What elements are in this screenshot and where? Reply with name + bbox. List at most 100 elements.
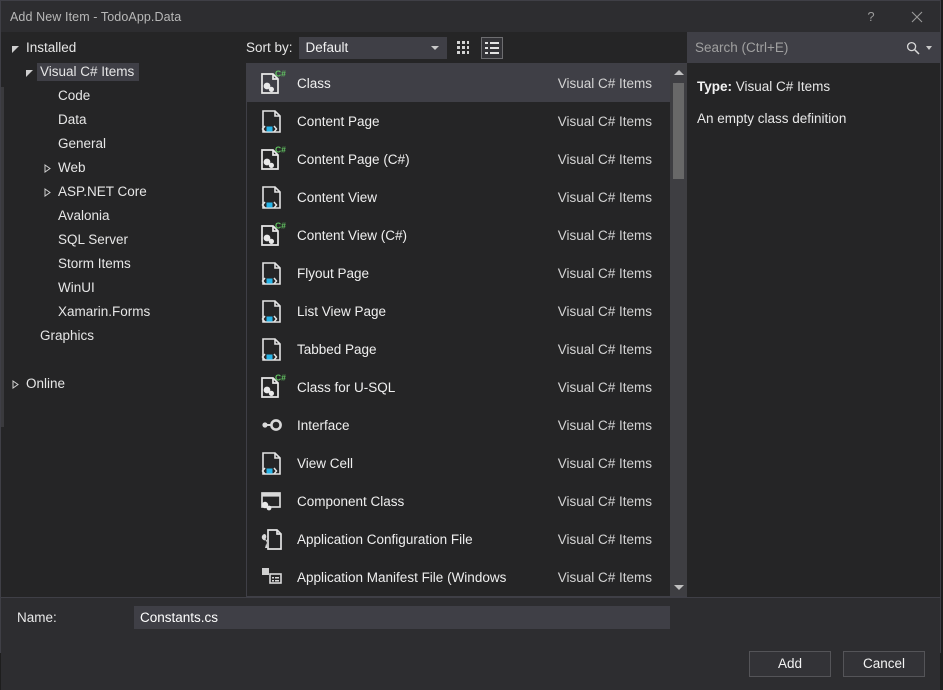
csharp-class-icon: C# — [261, 373, 286, 398]
tree-scroll-rail[interactable] — [1, 87, 4, 427]
details-pane: Type: Visual C# Items An empty class def… — [687, 32, 940, 597]
xaml-page-icon — [261, 338, 281, 361]
manifest-file-icon — [262, 568, 282, 584]
chevron-collapsed-icon[interactable] — [39, 187, 55, 197]
chevron-expanded-icon[interactable] — [21, 68, 37, 77]
sidebar-item-label: WinUI — [58, 280, 95, 295]
list-item-name: Flyout Page — [297, 265, 370, 281]
sidebar-item-xamarin-forms[interactable]: Xamarin.Forms — [1, 300, 237, 324]
list-item-name: Class for U-SQL — [297, 379, 396, 395]
cancel-button[interactable]: Cancel — [843, 650, 925, 677]
list-item[interactable]: Content Page Visual C# Items — [247, 102, 670, 140]
add-new-item-dialog: Add New Item - TodoApp.Data ? Installed V… — [0, 0, 941, 690]
sidebar-item-sql-server[interactable]: SQL Server — [1, 228, 237, 252]
tiles-view-button[interactable] — [453, 37, 475, 59]
scroll-down-button[interactable] — [670, 579, 687, 596]
csharp-class-icon: C# — [255, 67, 287, 99]
list-item[interactable]: C# Content Page (C#) Visual C# Items — [247, 140, 670, 178]
sidebar-item-online[interactable]: Online — [1, 372, 237, 396]
chevron-collapsed-icon[interactable] — [7, 379, 23, 389]
search-input[interactable] — [687, 39, 900, 56]
scroll-thumb[interactable] — [673, 83, 684, 179]
list-item-category: Visual C# Items — [557, 151, 652, 167]
scroll-track[interactable] — [670, 81, 687, 579]
triangle-up-icon — [673, 70, 684, 75]
search-box[interactable] — [687, 32, 940, 63]
sidebar-item-winui[interactable]: WinUI — [1, 276, 237, 300]
chevron-collapsed-icon[interactable] — [39, 163, 55, 173]
list-item-category: Visual C# Items — [557, 493, 652, 509]
dialog-body: Installed Visual C# Items Code Data General W… — [1, 32, 940, 597]
list-item-category: Visual C# Items — [557, 455, 652, 471]
sidebar-item-label: Graphics — [40, 328, 95, 343]
xaml-page-icon — [255, 295, 287, 327]
sidebar-item-graphics[interactable]: Graphics — [1, 324, 237, 348]
help-button[interactable]: ? — [848, 1, 894, 32]
list-item[interactable]: List View Page Visual C# Items — [247, 292, 670, 330]
tree-items: Installed Visual C# Items Code Data General W… — [1, 36, 237, 396]
sidebar-spacer — [1, 348, 237, 372]
xaml-page-icon — [255, 447, 287, 479]
list-item[interactable]: Tabbed Page Visual C# Items — [247, 330, 670, 368]
scroll-up-button[interactable] — [670, 64, 687, 81]
config-file-icon — [255, 523, 287, 555]
sidebar-item-avalonia[interactable]: Avalonia — [1, 204, 237, 228]
sidebar-item-label: Online — [26, 376, 66, 391]
name-row: Name: — [1, 597, 940, 637]
search-icon[interactable] — [900, 41, 926, 55]
dialog-title: Add New Item - TodoApp.Data — [10, 9, 182, 24]
list-item[interactable]: Application Manifest File (Windows Visual… — [247, 558, 670, 596]
sidebar-item-label: Avalonia — [58, 208, 110, 223]
svg-text:C#: C# — [275, 145, 286, 155]
list-item-name: Class — [297, 75, 331, 91]
sidebar-item-data[interactable]: Data — [1, 108, 237, 132]
add-button[interactable]: Add — [749, 650, 831, 677]
list-item[interactable]: C# Content View (C#) Visual C# Items — [247, 216, 670, 254]
templates-scrollbar[interactable] — [670, 64, 687, 596]
sidebar-item-code[interactable]: Code — [1, 84, 237, 108]
sidebar-item-label: Storm Items — [58, 256, 131, 271]
templates-list: C# Class Visual C# Items Content Page Visual… — [247, 64, 670, 596]
list-item[interactable]: Application Configuration File Visual C# … — [247, 520, 670, 558]
list-item-name: Interface — [297, 417, 350, 433]
detail-description: An empty class definition — [697, 110, 847, 126]
list-item-name: Content Page — [297, 113, 380, 129]
list-item[interactable]: Interface Visual C# Items — [247, 406, 670, 444]
list-item[interactable]: Content View Visual C# Items — [247, 178, 670, 216]
sort-by-dropdown[interactable]: Default — [298, 36, 447, 59]
sidebar-item-installed[interactable]: Installed — [1, 36, 237, 60]
chevron-expanded-icon[interactable] — [7, 44, 23, 53]
list-view-button[interactable] — [480, 36, 503, 59]
sidebar-item-label: Installed — [26, 40, 77, 55]
sidebar-item-label: Data — [58, 112, 87, 127]
csharp-class-icon: C# — [261, 69, 286, 94]
xaml-page-icon — [255, 333, 287, 365]
xaml-page-icon — [261, 186, 281, 209]
list-item-category: Visual C# Items — [557, 265, 652, 281]
sidebar-item-general[interactable]: General — [1, 132, 237, 156]
svg-text:C#: C# — [275, 373, 286, 383]
triangle-right-icon — [12, 379, 19, 389]
list-item-category: Visual C# Items — [557, 417, 652, 433]
sidebar-item-web[interactable]: Web — [1, 156, 237, 180]
triangle-right-icon — [44, 163, 51, 173]
list-item-name: Tabbed Page — [297, 341, 377, 357]
sidebar-item-storm-items[interactable]: Storm Items — [1, 252, 237, 276]
close-button[interactable] — [894, 1, 940, 32]
templates-list-container: C# Class Visual C# Items Content Page Visual… — [246, 63, 687, 597]
list-item[interactable]: Component Class Visual C# Items — [247, 482, 670, 520]
sidebar-item-visual-c-items[interactable]: Visual C# Items — [1, 60, 237, 84]
list-item[interactable]: View Cell Visual C# Items — [247, 444, 670, 482]
triangle-right-icon — [44, 187, 51, 197]
search-dropdown-icon[interactable] — [926, 45, 932, 50]
name-input[interactable] — [134, 606, 670, 629]
list-item[interactable]: Flyout Page Visual C# Items — [247, 254, 670, 292]
list-item[interactable]: C# Class Visual C# Items — [247, 64, 670, 102]
sidebar-item-asp-net-core[interactable]: ASP.NET Core — [1, 180, 237, 204]
xaml-page-icon — [261, 452, 281, 475]
sidebar-item-label: Code — [58, 88, 91, 103]
list-item-name: Content View — [297, 189, 378, 205]
csharp-class-icon: C# — [261, 221, 286, 246]
sidebar-item-label: SQL Server — [58, 232, 129, 247]
list-item[interactable]: C# Class for U-SQL Visual C# Items — [247, 368, 670, 406]
